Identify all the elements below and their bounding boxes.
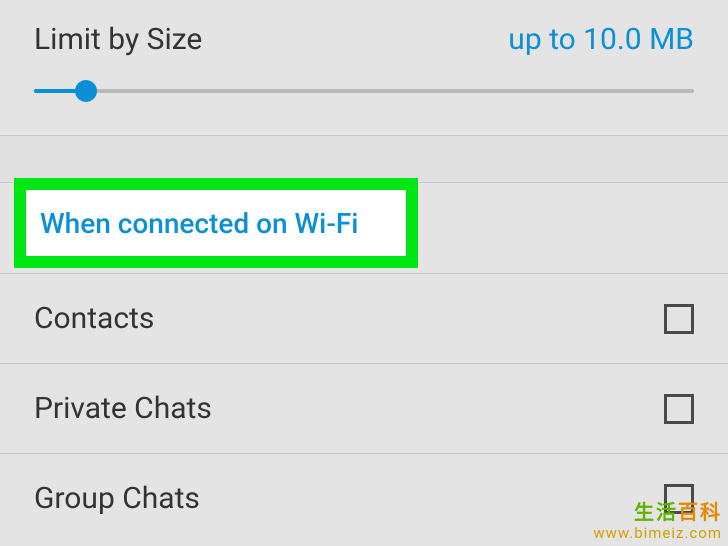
row-group-chats-label: Group Chats — [34, 481, 200, 516]
limit-by-size-row: Limit by Size up to 10.0 MB — [0, 0, 728, 57]
checkbox-contacts[interactable] — [664, 304, 694, 334]
row-contacts-label: Contacts — [34, 301, 154, 336]
checkbox-private-chats[interactable] — [664, 394, 694, 424]
row-private-chats-label: Private Chats — [34, 391, 212, 426]
highlight-frame: When connected on Wi-Fi — [14, 178, 418, 268]
size-slider-container — [0, 57, 728, 135]
row-private-chats[interactable]: Private Chats — [0, 363, 728, 453]
slider-thumb[interactable] — [75, 80, 97, 102]
limit-by-size-label: Limit by Size — [34, 22, 202, 57]
slider-track — [34, 89, 694, 93]
checkbox-group-chats[interactable] — [664, 484, 694, 514]
row-contacts[interactable]: Contacts — [0, 273, 728, 363]
section-separator — [0, 135, 728, 183]
row-group-chats[interactable]: Group Chats — [0, 453, 728, 543]
size-slider[interactable] — [34, 83, 694, 99]
section-header-wifi: When connected on Wi-Fi — [40, 207, 358, 240]
limit-by-size-value: up to 10.0 MB — [508, 22, 694, 57]
